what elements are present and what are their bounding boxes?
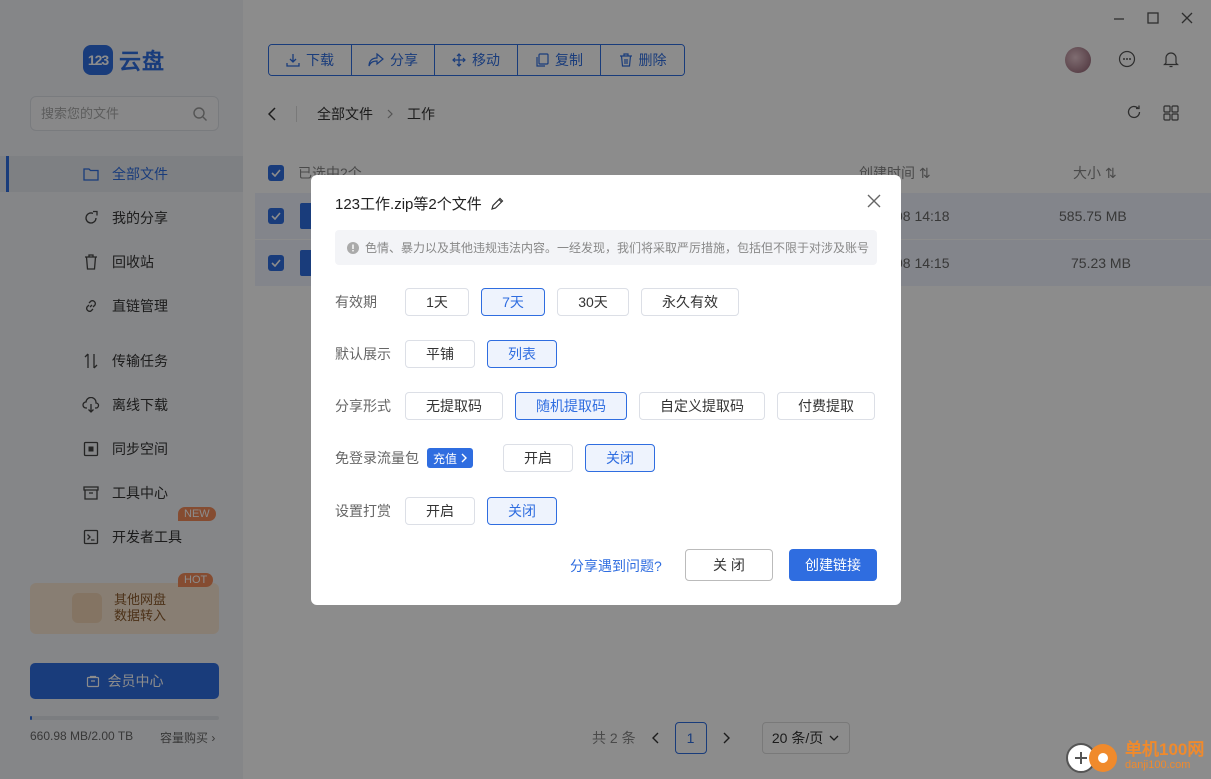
reward-row: 设置打赏 开启 关闭 xyxy=(335,497,877,525)
share-help-link[interactable]: 分享遇到问题? xyxy=(570,556,662,576)
site-watermark: 单机100网 danji100.com xyxy=(1063,736,1204,776)
traffic-row: 免登录流量包 充值 开启 关闭 xyxy=(335,444,877,472)
display-row: 默认展示 平铺 列表 xyxy=(335,340,877,368)
display-label: 默认展示 xyxy=(335,346,391,362)
watermark-logo-icon xyxy=(1063,736,1119,776)
share-no-code[interactable]: 无提取码 xyxy=(405,392,503,420)
create-link-button[interactable]: 创建链接 xyxy=(789,549,877,581)
validity-30day[interactable]: 30天 xyxy=(557,288,629,316)
watermark-line2: danji100.com xyxy=(1125,759,1191,771)
validity-permanent[interactable]: 永久有效 xyxy=(641,288,739,316)
chevron-right-icon xyxy=(461,453,468,463)
share-custom-code[interactable]: 自定义提取码 xyxy=(639,392,765,420)
recharge-label: 充值 xyxy=(433,451,458,466)
close-icon[interactable] xyxy=(867,194,881,208)
traffic-on[interactable]: 开启 xyxy=(503,444,573,472)
share-dialog: 123工作.zip等2个文件 色情、暴力以及其他违规违法内容。一经发现，我们将采… xyxy=(311,175,901,605)
share-paid[interactable]: 付费提取 xyxy=(777,392,875,420)
warning-notice: 色情、暴力以及其他违规违法内容。一经发现，我们将采取严厉措施，包括但不限于对涉及… xyxy=(335,230,877,265)
close-button[interactable]: 关 闭 xyxy=(685,549,773,581)
dialog-title: 123工作.zip等2个文件 xyxy=(335,193,504,214)
share-type-label: 分享形式 xyxy=(335,398,391,414)
notice-text: 色情、暴力以及其他违规违法内容。一经发现，我们将采取严厉措施，包括但不限于对涉及… xyxy=(365,241,870,255)
info-icon xyxy=(347,241,359,254)
reward-on[interactable]: 开启 xyxy=(405,497,475,525)
display-tile[interactable]: 平铺 xyxy=(405,340,475,368)
validity-label: 有效期 xyxy=(335,294,377,310)
dialog-title-text: 123工作.zip等2个文件 xyxy=(335,196,482,213)
reward-label: 设置打赏 xyxy=(335,503,391,519)
reward-off[interactable]: 关闭 xyxy=(487,497,557,525)
traffic-label: 免登录流量包 xyxy=(335,450,419,466)
display-list[interactable]: 列表 xyxy=(487,340,557,368)
share-random-code[interactable]: 随机提取码 xyxy=(515,392,627,420)
recharge-button[interactable]: 充值 xyxy=(427,448,474,468)
validity-1day[interactable]: 1天 xyxy=(405,288,469,316)
share-type-row: 分享形式 无提取码 随机提取码 自定义提取码 付费提取 xyxy=(335,392,877,420)
traffic-off[interactable]: 关闭 xyxy=(585,444,655,472)
validity-7day[interactable]: 7天 xyxy=(481,288,545,316)
watermark-line1: 单机100网 xyxy=(1125,740,1205,759)
edit-pencil-icon[interactable] xyxy=(490,197,504,211)
validity-row: 有效期 1天 7天 30天 永久有效 xyxy=(335,288,877,316)
